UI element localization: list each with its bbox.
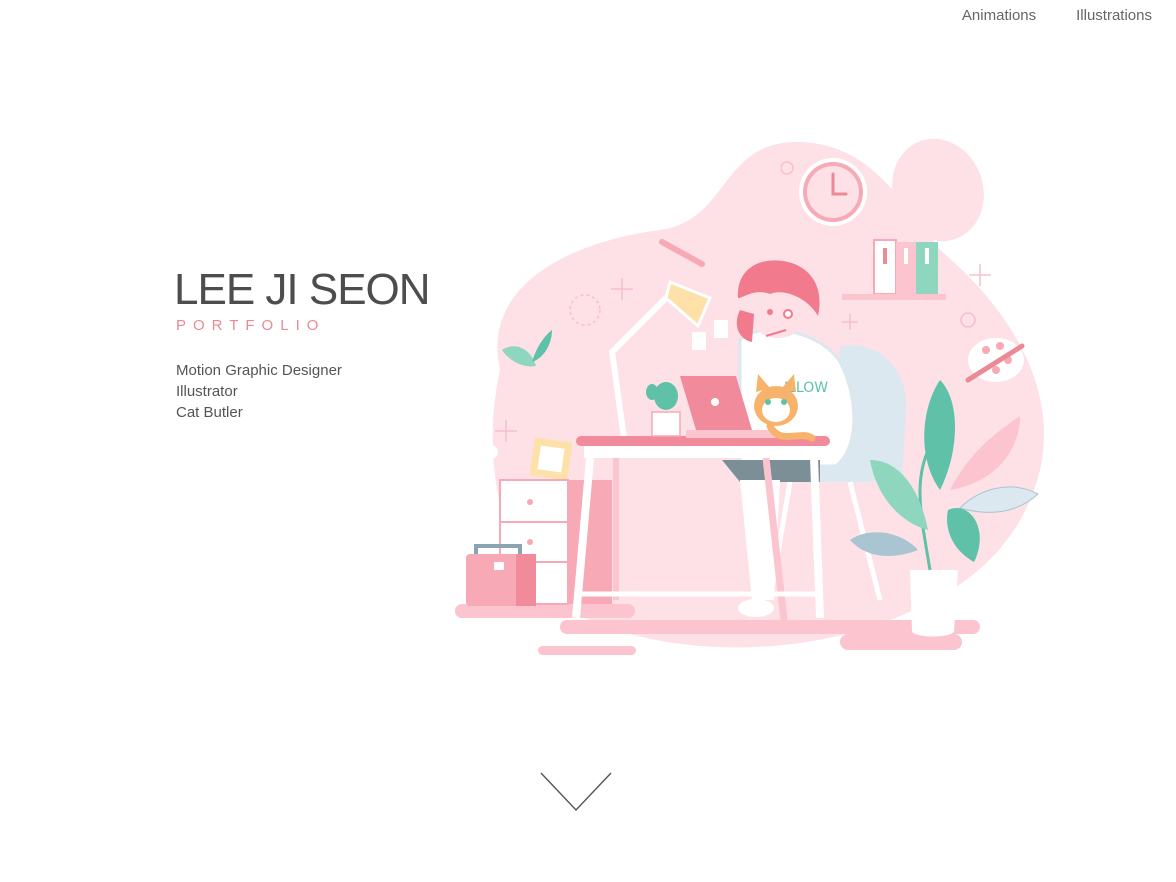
role-item: Motion Graphic Designer — [176, 362, 342, 379]
window-light — [714, 320, 728, 338]
roles-list: Motion Graphic Designer Illustrator Cat … — [176, 360, 474, 423]
photo-frame — [529, 437, 573, 481]
portfolio-subtitle: PORTFOLIO — [176, 317, 326, 334]
floor-bar — [455, 604, 635, 618]
role-item: Cat Butler — [176, 404, 243, 421]
portfolio-page: Animations Illustrations LEE JI SEON POR… — [0, 0, 1176, 882]
workspace-illustration: ILLOW — [455, 138, 1044, 655]
floor-bar — [538, 646, 636, 655]
bag-icon — [466, 544, 536, 606]
top-nav: Animations Illustrations — [962, 7, 1152, 24]
role-item: Illustrator — [176, 383, 238, 400]
window-light — [692, 332, 706, 350]
chevron-down-icon[interactable] — [538, 770, 614, 814]
dot-decoration — [484, 445, 498, 459]
palette-icon — [965, 338, 1025, 383]
intro-block: LEE JI SEON PORTFOLIO Motion Graphic Des… — [174, 262, 474, 423]
clock-icon — [799, 158, 867, 226]
nav-illustrations-link[interactable]: Illustrations — [1076, 7, 1152, 24]
designer-name: LEE JI SEON — [174, 265, 431, 314]
nav-animations-link[interactable]: Animations — [962, 7, 1036, 24]
floor-bar — [840, 634, 962, 650]
